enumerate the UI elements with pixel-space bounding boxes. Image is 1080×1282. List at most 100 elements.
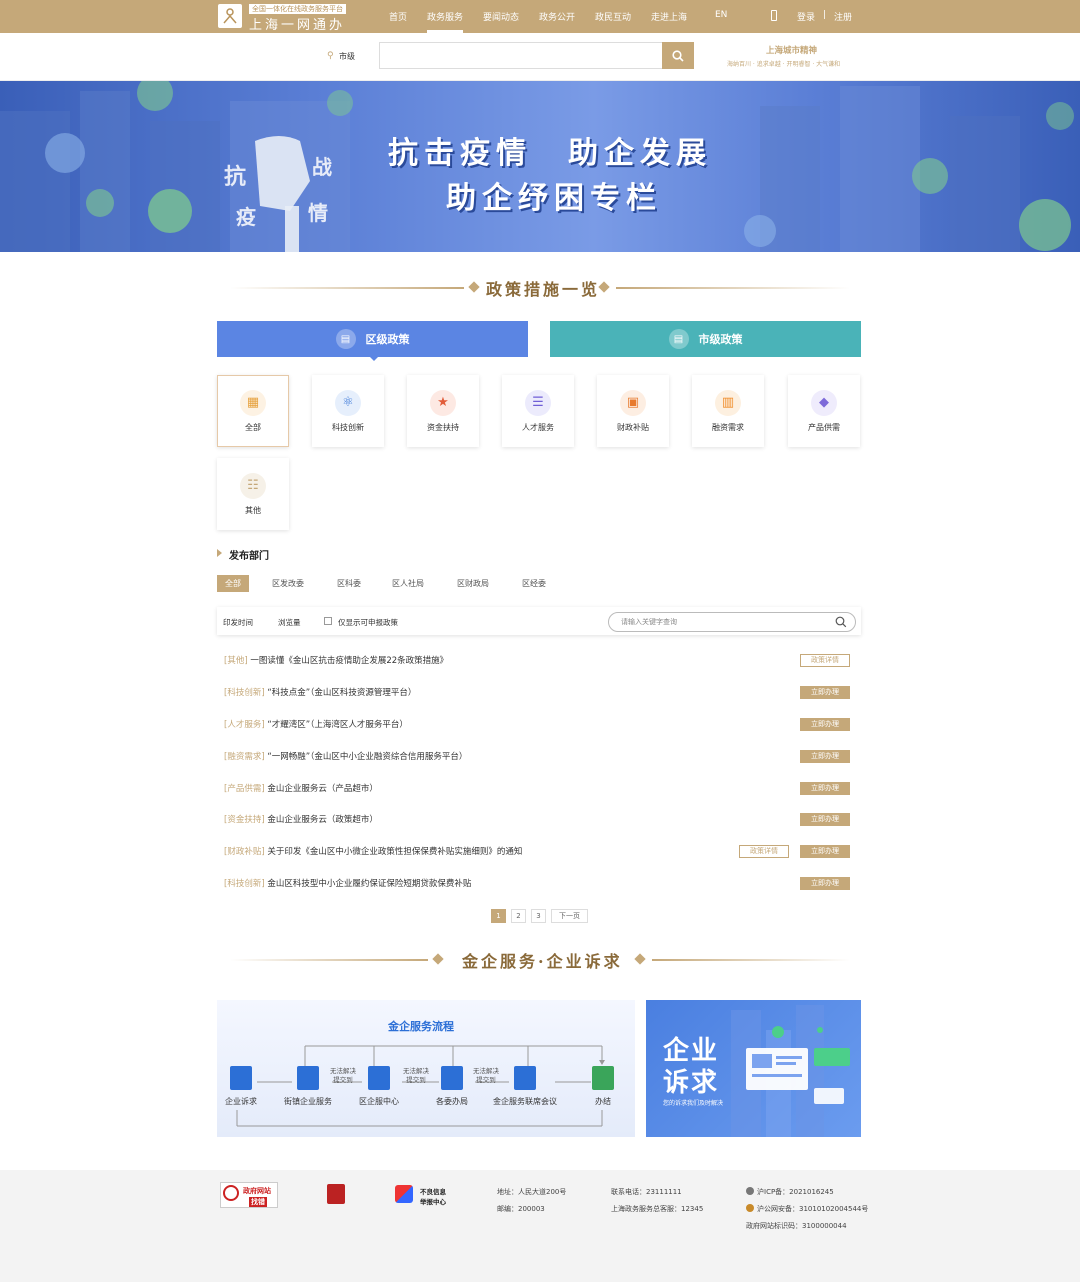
flow-node-district-center: 区企服中心 <box>359 1066 399 1107</box>
atom-icon: ⚛ <box>335 389 361 416</box>
dept-development[interactable]: 区发改委 <box>272 575 304 592</box>
nav-interaction[interactable]: 政民互动 <box>595 10 631 23</box>
dept-all[interactable]: 全部 <box>217 575 249 592</box>
nav-english[interactable]: EN <box>715 10 727 20</box>
tab-city-policy[interactable]: ▤ 市级政策 <box>550 321 861 357</box>
meeting-icon <box>514 1066 536 1090</box>
page-1-button[interactable]: 1 <box>491 909 506 923</box>
location-selector[interactable]: 市级 <box>339 51 355 62</box>
city-spirit-slogan: 海纳百川 · 追求卓越 · 开明睿智 · 大气谦和 <box>727 61 841 68</box>
title-diamond-right <box>598 281 610 293</box>
policy-item[interactable]: [其他] 一图读懂《金山区抗击疫情助企发展22条政策措施》 <box>224 654 448 668</box>
category-funding[interactable]: ★ 资金扶持 <box>407 375 479 447</box>
building-icon <box>297 1066 319 1090</box>
search-icon <box>835 616 847 628</box>
service-flow-panel[interactable]: 金企服务流程 企业诉求 街镇企业服务 区企服中心 各委办局 金企服务联席会议 办… <box>217 1000 635 1137</box>
applicable-checkbox-label: 仅显示可申报政策 <box>338 618 398 627</box>
apply-now-button[interactable]: 立即办理 <box>800 750 850 763</box>
policy-item[interactable]: [融资需求] “一网畅融”（金山区中小企业融资综合信用服务平台） <box>224 750 467 764</box>
applicable-checkbox[interactable] <box>324 617 332 625</box>
logo-title[interactable]: 上海一网通办 <box>249 14 345 33</box>
site-logo-icon[interactable] <box>218 4 242 28</box>
sort-by-views[interactable]: 浏览量 <box>278 617 301 628</box>
police-badge-icon <box>746 1204 754 1212</box>
policy-item[interactable]: [人才服务] “才耀湾区”（上海湾区人才服务平台） <box>224 718 408 732</box>
document-icon: ▤ <box>668 329 689 349</box>
title-deco-right <box>616 287 850 289</box>
login-link[interactable]: 登录 <box>797 10 815 23</box>
register-link[interactable]: 注册 <box>834 10 852 23</box>
enterprise-appeal-panel[interactable]: 企业 诉求 您的诉求我们及时解决 <box>646 1000 861 1137</box>
bad-info-report-icon[interactable] <box>395 1185 413 1203</box>
category-financing[interactable]: ▥ 融资需求 <box>692 375 764 447</box>
apply-now-button[interactable]: 立即办理 <box>800 813 850 826</box>
category-label: 融资需求 <box>712 422 744 432</box>
policy-item[interactable]: [科技创新] “科技点金”（金山区科技资源管理平台） <box>224 686 416 700</box>
page-3-button[interactable]: 3 <box>531 909 546 923</box>
finance-icon: ▥ <box>715 389 741 416</box>
category-other[interactable]: ☷ 其他 <box>217 458 289 530</box>
apply-now-button[interactable]: 立即办理 <box>800 845 850 858</box>
apply-now-button[interactable]: 立即办理 <box>800 877 850 890</box>
policy-search-input[interactable]: 请输入关键字查询 <box>608 612 856 632</box>
mobile-icon[interactable] <box>771 10 777 21</box>
apply-now-button[interactable]: 立即办理 <box>800 686 850 699</box>
party-emblem-icon[interactable] <box>327 1184 345 1204</box>
org-chart-icon <box>441 1066 463 1090</box>
tab-district-policy-label: 区级政策 <box>365 333 410 346</box>
dept-heading: 发布部门 <box>229 551 269 562</box>
category-subsidy[interactable]: ▣ 财政补贴 <box>597 375 669 447</box>
banner-decor-glyph-1: 抗 <box>224 165 247 190</box>
dept-finance[interactable]: 区财政局 <box>457 575 489 592</box>
logo-subtitle: 全国一体化在线政务服务平台 <box>249 4 346 14</box>
footer-police[interactable]: 沪公网安备：31010102004544号 <box>757 1204 868 1214</box>
dept-science[interactable]: 区科委 <box>337 575 361 592</box>
category-label: 人才服务 <box>522 422 554 432</box>
search-button[interactable] <box>662 42 694 69</box>
policy-search-placeholder: 请输入关键字查询 <box>621 618 677 626</box>
title-diamond-left <box>468 281 480 293</box>
nav-about-shanghai[interactable]: 走进上海 <box>651 10 687 23</box>
flow-note-2: 无法解决 提交到 <box>403 1067 429 1084</box>
subsidy-icon: ▣ <box>620 389 646 416</box>
category-label: 产品供需 <box>808 422 840 432</box>
dept-hr[interactable]: 区人社局 <box>392 575 424 592</box>
policy-detail-button[interactable]: 政策详情 <box>739 845 789 858</box>
sort-by-date[interactable]: 印发时间 <box>223 617 253 628</box>
search-input[interactable] <box>379 42 663 69</box>
apply-now-button[interactable]: 立即办理 <box>800 782 850 795</box>
location-pin-icon: ⚲ <box>327 51 334 61</box>
policy-detail-button[interactable]: 政策详情 <box>800 654 850 667</box>
category-products[interactable]: ◆ 产品供需 <box>788 375 860 447</box>
flow-node-enterprise: 企业诉求 <box>225 1066 257 1107</box>
category-talent[interactable]: ☰ 人才服务 <box>502 375 574 447</box>
document-icon: ▤ <box>335 329 356 349</box>
nav-gov-open[interactable]: 政务公开 <box>539 10 575 23</box>
nav-news[interactable]: 要闻动态 <box>483 10 519 23</box>
flow-node-joint-meeting: 金企服务联席会议 <box>493 1066 557 1107</box>
nav-gov-services[interactable]: 政务服务 <box>427 10 463 23</box>
flow-node-street: 街镇企业服务 <box>284 1066 332 1107</box>
category-tech[interactable]: ⚛ 科技创新 <box>312 375 384 447</box>
talent-icon: ☰ <box>525 389 551 416</box>
policy-item[interactable]: [资金扶持] 金山企业服务云（政策超市） <box>224 813 378 827</box>
gov-site-find-error-badge[interactable]: 政府网站 找错 <box>220 1182 278 1208</box>
policy-item[interactable]: [科技创新] 金山区科技型中小企业履约保证保险短期贷款保费补贴 <box>224 877 471 891</box>
footer-icp[interactable]: 沪ICP备：2021016245 <box>757 1187 834 1197</box>
title-diamond-right <box>634 953 646 965</box>
category-all[interactable]: ▦ 全部 <box>217 375 289 447</box>
nav-home[interactable]: 首页 <box>389 10 407 23</box>
title-deco-left <box>230 959 428 961</box>
banner-decor-glyph-2: 战 <box>312 155 332 179</box>
policy-item[interactable]: [产品供需] 金山企业服务云（产品超市） <box>224 782 378 796</box>
bad-info-label: 举报中心 <box>420 1198 446 1206</box>
policy-item[interactable]: [财政补贴] 关于印发《金山区中小微企业政策性担保保费补贴实施细则》的通知 <box>224 845 522 859</box>
next-page-button[interactable]: 下一页 <box>551 909 588 923</box>
dept-economy[interactable]: 区经委 <box>522 575 546 592</box>
nav-divider: | <box>823 10 827 20</box>
page-2-button[interactable]: 2 <box>511 909 526 923</box>
tab-district-policy[interactable]: ▤ 区级政策 <box>217 321 528 357</box>
banner-headline: 抗击疫情 助企发展 <box>388 136 712 171</box>
tab-city-policy-label: 市级政策 <box>698 333 743 346</box>
apply-now-button[interactable]: 立即办理 <box>800 718 850 731</box>
